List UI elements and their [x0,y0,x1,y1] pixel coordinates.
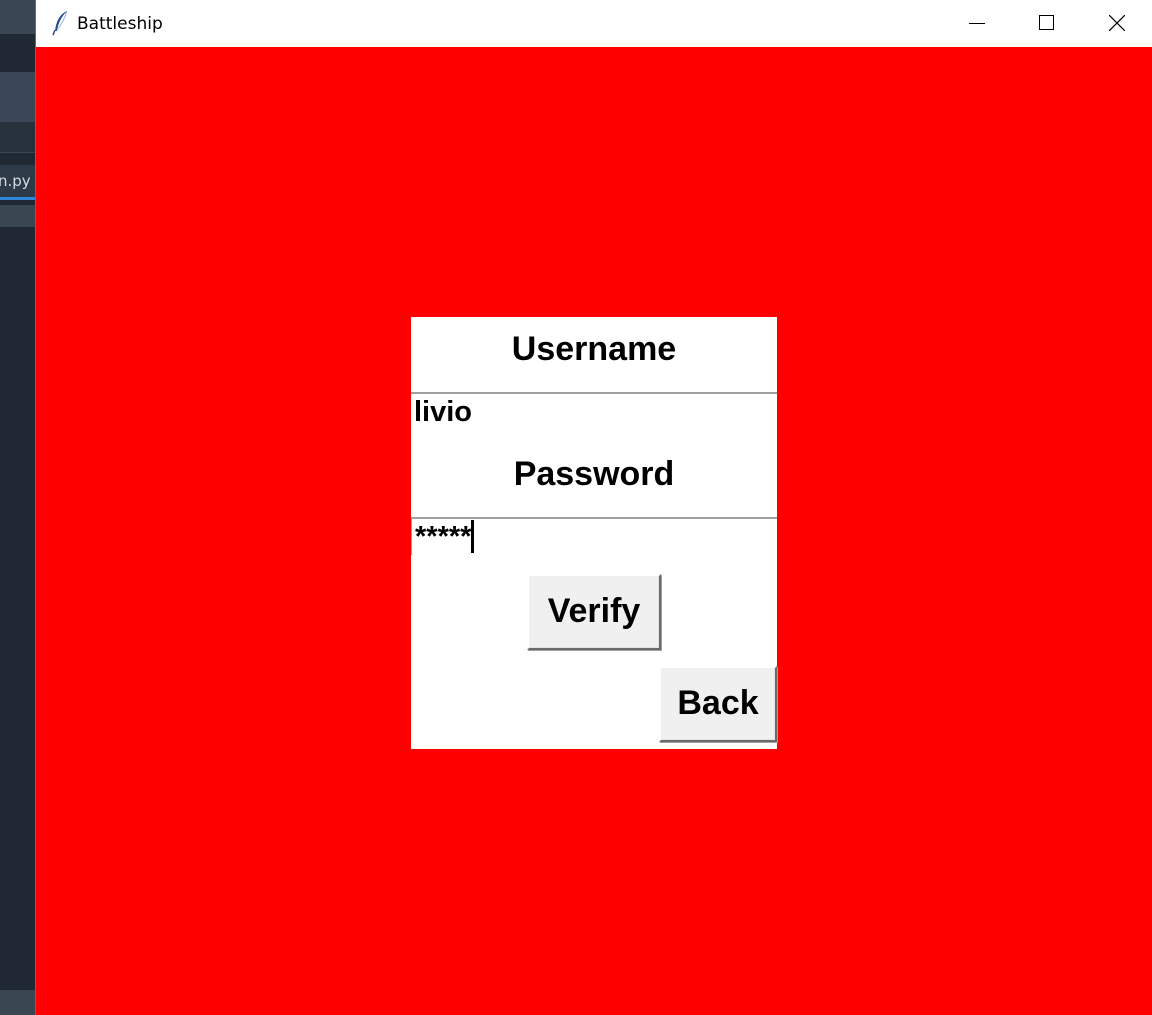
background-status-bar [0,990,36,1015]
background-strip [0,205,36,227]
close-button[interactable] [1082,0,1152,47]
close-icon [1109,15,1125,31]
verify-button[interactable]: Verify [527,574,661,650]
text-caret [471,519,475,553]
window-titlebar[interactable]: Battleship [36,0,1152,47]
minimize-button[interactable] [942,0,1012,47]
password-input[interactable]: ***** [411,517,777,555]
battleship-window: Battleship Username livio Password *****… [35,0,1152,1015]
background-toolbar [0,72,36,122]
background-editor-tab[interactable]: n.py [0,165,36,200]
background-editor-tab-label: n.py [0,172,31,190]
window-title: Battleship [77,14,163,34]
maximize-icon [1039,15,1054,30]
username-label: Username [511,330,677,368]
back-button[interactable]: Back [659,666,777,742]
minimize-icon [969,23,985,24]
login-form: Username livio Password ***** Verify Bac… [411,317,777,749]
desktop: n.py Battleship Username livio Password … [0,0,1152,1015]
background-top-bar [0,0,36,34]
window-client-area: Username livio Password ***** Verify Bac… [36,47,1152,1015]
username-input[interactable]: livio [411,392,777,430]
feather-icon [52,10,70,36]
password-value: ***** [415,521,472,553]
maximize-button[interactable] [1012,0,1082,47]
background-subbar [0,122,36,153]
password-label: Password [513,455,675,493]
background-editor-window: n.py [0,0,36,1015]
